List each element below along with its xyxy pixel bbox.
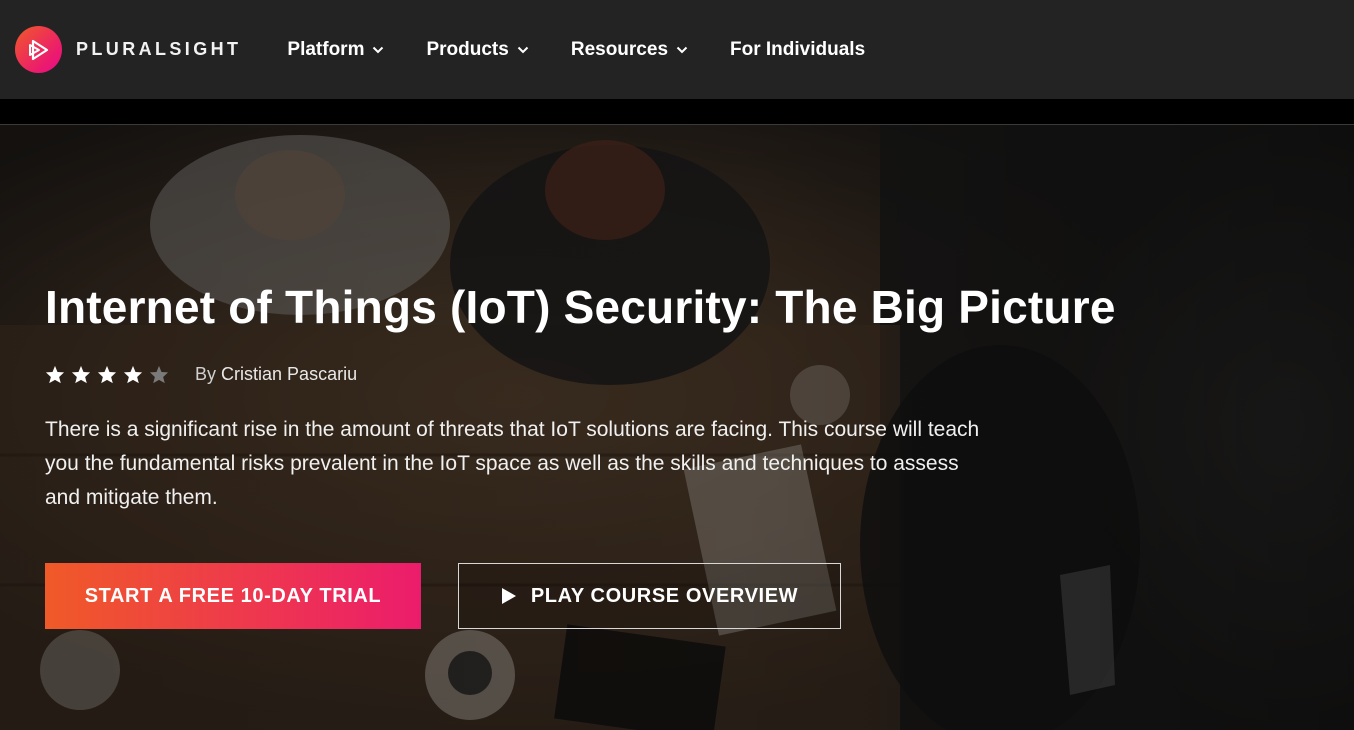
- main-nav: Platform Products Resources For Individu…: [287, 7, 907, 93]
- play-logo-icon: [15, 26, 62, 73]
- star-rating: [45, 365, 175, 384]
- star-filled-icon: [71, 365, 91, 384]
- chevron-down-icon: [676, 46, 688, 54]
- course-description: There is a significant rise in the amoun…: [45, 418, 980, 509]
- nav-item-label: Resources: [570, 38, 669, 60]
- top-navigation: PLURALSIGHT Platform Products Resources …: [0, 0, 1354, 99]
- nav-item-resources[interactable]: Resources: [571, 39, 688, 61]
- play-course-overview-button[interactable]: PLAY COURSE OVERVIEW: [458, 563, 841, 629]
- course-hero: Internet of Things (IoT) Security: The B…: [0, 125, 1354, 730]
- brand-logo[interactable]: PLURALSIGHT: [15, 7, 241, 93]
- course-meta: By Cristian Pascariu: [45, 364, 357, 385]
- star-empty-icon: [149, 365, 169, 384]
- nav-item-for-individuals[interactable]: For Individuals: [730, 39, 865, 61]
- start-free-trial-button[interactable]: START A FREE 10-DAY TRIAL: [45, 563, 421, 629]
- nav-item-label: Platform: [287, 38, 365, 60]
- overview-button-label: PLAY COURSE OVERVIEW: [530, 584, 799, 607]
- author-name[interactable]: Cristian Pascariu: [221, 364, 357, 384]
- play-icon: [501, 587, 517, 605]
- course-title: Internet of Things (IoT) Security: The B…: [45, 281, 1116, 333]
- chevron-down-icon: [517, 46, 529, 54]
- nav-item-products[interactable]: Products: [426, 38, 529, 61]
- brand-name: PLURALSIGHT: [76, 39, 242, 59]
- chevron-down-icon: [372, 46, 384, 54]
- nav-item-label: Products: [426, 38, 509, 60]
- nav-item-platform[interactable]: Platform: [287, 39, 384, 61]
- author-prefix: By: [195, 364, 217, 384]
- nav-spacer: [0, 99, 1354, 124]
- star-filled-icon: [45, 365, 65, 384]
- star-filled-icon: [123, 365, 143, 384]
- star-filled-icon: [97, 365, 117, 384]
- author-byline: By Cristian Pascariu: [195, 364, 357, 385]
- nav-item-label: For Individuals: [730, 38, 866, 60]
